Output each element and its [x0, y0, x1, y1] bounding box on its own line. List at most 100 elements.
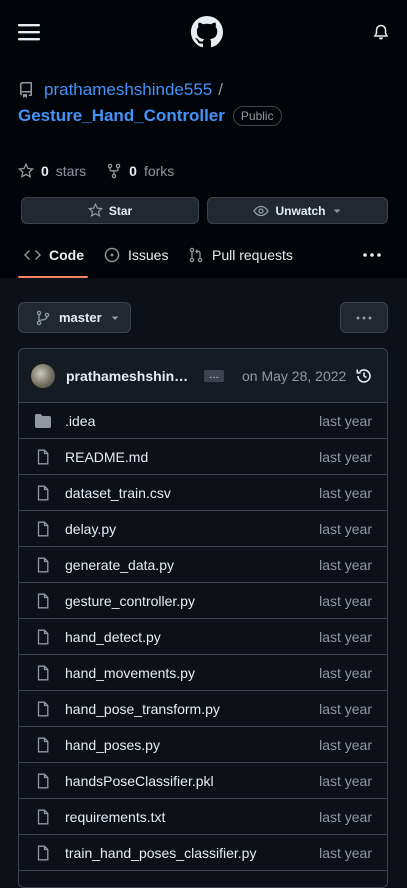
- watch-button-label: Unwatch: [275, 203, 326, 218]
- history-icon[interactable]: [355, 367, 373, 385]
- file-last-modified: last year: [319, 808, 372, 825]
- file-row[interactable]: hand_pose_transform.py last year: [19, 691, 387, 727]
- file-last-modified: last year: [319, 556, 372, 573]
- star-button[interactable]: Star: [21, 197, 199, 224]
- latest-commit-row: prathameshshinde555 … on May 28, 2022: [19, 349, 387, 403]
- file-icon: [35, 773, 51, 789]
- tab-pull-requests-label: Pull requests: [212, 247, 293, 263]
- file-row[interactable]: gesture_controller.py last year: [19, 583, 387, 619]
- tab-issues-label: Issues: [128, 247, 169, 263]
- file-name-link[interactable]: hand_detect.py: [65, 629, 161, 645]
- commit-author[interactable]: prathameshshinde555: [66, 368, 192, 384]
- stars-label: stars: [55, 163, 87, 179]
- repo-owner-line: prathameshshinde555 /: [18, 80, 223, 100]
- commit-date: on May 28, 2022: [242, 367, 347, 384]
- file-name-link[interactable]: dataset_train.csv: [65, 485, 171, 501]
- fork-icon: [106, 163, 122, 179]
- file-name-link[interactable]: generate_data.py: [65, 557, 174, 573]
- file-icon: [35, 701, 51, 717]
- commit-message-expander[interactable]: …: [204, 369, 224, 382]
- stars-count: 0: [41, 163, 49, 179]
- file-last-modified: last year: [319, 628, 372, 645]
- tab-pull-requests[interactable]: Pull requests: [188, 232, 293, 278]
- github-logo-icon[interactable]: [190, 16, 223, 48]
- notifications-bell-icon[interactable]: [373, 24, 389, 41]
- star-icon: [87, 203, 103, 218]
- branch-name: master: [59, 310, 102, 325]
- file-rows: .idea last year README.md last year dataset_…: [19, 403, 387, 871]
- file-last-modified: last year: [319, 844, 372, 861]
- file-icon: [35, 737, 51, 753]
- folder-icon: [35, 413, 51, 429]
- file-last-modified: last year: [319, 664, 372, 681]
- star-outline-icon: [18, 163, 34, 179]
- repo-name-link[interactable]: Gesture_Hand_Controller: [18, 106, 225, 126]
- file-name-link[interactable]: hand_pose_transform.py: [65, 701, 220, 717]
- file-last-modified: last year: [319, 700, 372, 717]
- issue-icon: [104, 247, 120, 263]
- repo-name-line: Gesture_Hand_Controller Public: [18, 106, 282, 126]
- file-last-modified: last year: [319, 484, 372, 501]
- code-icon: [24, 247, 41, 263]
- file-icon: [35, 521, 51, 537]
- file-name-link[interactable]: train_hand_poses_classifier.py: [65, 845, 256, 861]
- file-last-modified: last year: [319, 520, 372, 537]
- hamburger-menu-icon[interactable]: [18, 23, 40, 41]
- file-name-link[interactable]: hand_movements.py: [65, 665, 195, 681]
- caret-down-icon: [110, 313, 120, 323]
- file-icon: [35, 665, 51, 681]
- file-row[interactable]: delay.py last year: [19, 511, 387, 547]
- file-row[interactable]: README.md last year: [19, 439, 387, 475]
- file-row[interactable]: dataset_train.csv last year: [19, 475, 387, 511]
- file-last-modified: last year: [319, 592, 372, 609]
- file-icon: [35, 449, 51, 465]
- more-options-button[interactable]: [340, 302, 388, 333]
- repo-owner-link[interactable]: prathameshshinde555: [44, 80, 212, 100]
- file-last-modified: last year: [319, 772, 372, 789]
- file-name-link[interactable]: .idea: [65, 413, 95, 429]
- file-name-link[interactable]: delay.py: [65, 521, 116, 537]
- file-name-link[interactable]: README.md: [65, 449, 148, 465]
- file-icon: [35, 593, 51, 609]
- watch-button[interactable]: Unwatch: [207, 197, 388, 224]
- pull-request-icon: [188, 247, 204, 263]
- file-icon: [35, 485, 51, 501]
- tab-code[interactable]: Code: [24, 232, 84, 278]
- file-row[interactable]: .idea last year: [19, 403, 387, 439]
- file-icon: [35, 809, 51, 825]
- eye-icon: [253, 203, 270, 219]
- file-row[interactable]: generate_data.py last year: [19, 547, 387, 583]
- stars-stat[interactable]: 0 stars: [18, 163, 86, 179]
- repo-tabs: Code Issues Pull requests: [0, 232, 407, 278]
- selected-tab-indicator: [18, 276, 88, 278]
- visibility-badge: Public: [232, 106, 282, 126]
- file-name-link[interactable]: handsPoseClassifier.pkl: [65, 773, 214, 789]
- avatar[interactable]: [31, 363, 55, 388]
- tab-code-label: Code: [49, 247, 84, 263]
- file-row[interactable]: hand_movements.py last year: [19, 655, 387, 691]
- tab-issues[interactable]: Issues: [104, 232, 168, 278]
- file-row[interactable]: requirements.txt last year: [19, 799, 387, 835]
- branch-selector-button[interactable]: master: [18, 302, 131, 333]
- file-icon: [35, 557, 51, 573]
- file-icon: [35, 629, 51, 645]
- kebab-horizontal-icon: [355, 315, 373, 321]
- file-list: prathameshshinde555 … on May 28, 2022 .i…: [18, 348, 388, 888]
- file-row[interactable]: train_hand_poses_classifier.py last year: [19, 835, 387, 871]
- forks-stat[interactable]: 0 forks: [106, 163, 174, 179]
- more-tabs-kebab-icon[interactable]: [362, 232, 382, 278]
- top-navigation-bar: [0, 0, 407, 64]
- file-name-link[interactable]: hand_poses.py: [65, 737, 160, 753]
- file-row[interactable]: hand_poses.py last year: [19, 727, 387, 763]
- repo-icon: [18, 82, 34, 98]
- path-separator: /: [218, 80, 223, 99]
- file-last-modified: last year: [319, 736, 372, 753]
- file-row[interactable]: handsPoseClassifier.pkl last year: [19, 763, 387, 799]
- caret-down-icon: [332, 206, 342, 216]
- file-name-link[interactable]: gesture_controller.py: [65, 593, 195, 609]
- file-icon: [35, 845, 51, 861]
- star-button-label: Star: [108, 203, 133, 218]
- file-last-modified: last year: [319, 412, 372, 429]
- file-row[interactable]: hand_detect.py last year: [19, 619, 387, 655]
- file-name-link[interactable]: requirements.txt: [65, 809, 165, 825]
